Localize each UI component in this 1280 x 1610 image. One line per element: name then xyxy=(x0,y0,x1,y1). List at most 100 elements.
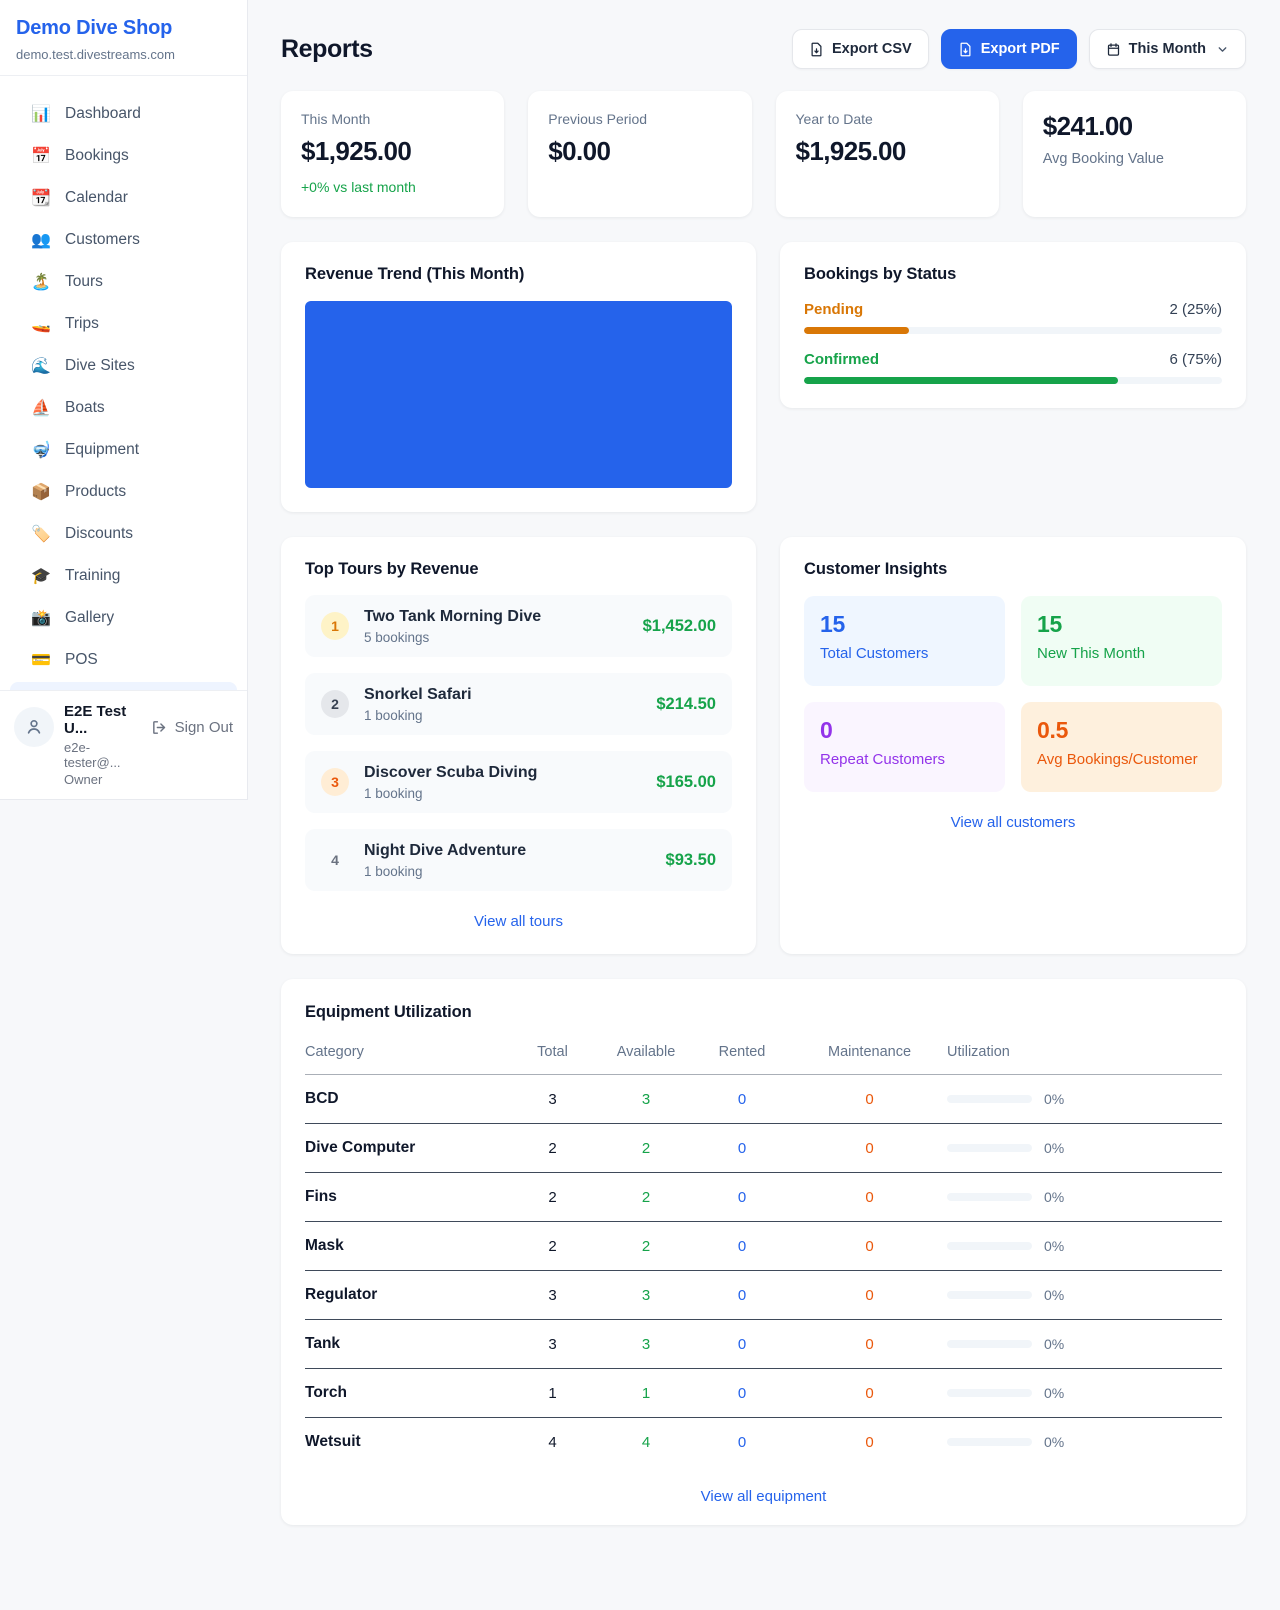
status-count: 2 (25%) xyxy=(1169,301,1222,318)
trips-icon: 🚤 xyxy=(30,314,52,334)
export-csv-button[interactable]: Export CSV xyxy=(792,29,929,69)
sidebar-item-discounts[interactable]: 🏷️ Discounts xyxy=(10,514,237,554)
category-cell: Fins xyxy=(305,1188,505,1206)
utilization-bar xyxy=(947,1291,1032,1299)
rented-cell: 0 xyxy=(692,1287,792,1304)
sign-out-button[interactable]: Sign Out xyxy=(151,719,233,736)
sidebar-header: Demo Dive Shop demo.test.divestreams.com xyxy=(0,0,247,76)
pos-icon: 💳 xyxy=(30,650,52,670)
equipment-icon: 🤿 xyxy=(30,440,52,460)
utilization-percent: 0% xyxy=(1044,1434,1064,1450)
view-all-customers-link[interactable]: View all customers xyxy=(804,814,1222,831)
rented-cell: 0 xyxy=(692,1434,792,1451)
tile-value: 15 xyxy=(820,611,989,638)
sidebar-item-training[interactable]: 🎓 Training xyxy=(10,556,237,596)
utilization-percent: 0% xyxy=(1044,1336,1064,1352)
available-cell: 3 xyxy=(600,1287,692,1304)
status-label: Confirmed xyxy=(804,351,879,368)
sidebar-item-reports-active-partial[interactable] xyxy=(10,682,237,690)
maintenance-cell: 0 xyxy=(792,1336,947,1353)
tile-label: Repeat Customers xyxy=(820,751,989,768)
utilization-bar xyxy=(947,1144,1032,1152)
tour-name: Two Tank Morning Dive xyxy=(364,608,541,626)
chevron-down-icon xyxy=(1216,43,1229,56)
tile-value: 0 xyxy=(820,717,989,744)
view-all-tours-link[interactable]: View all tours xyxy=(305,913,732,930)
utilization-cell: 0% xyxy=(947,1140,1222,1156)
revenue-trend-title: Revenue Trend (This Month) xyxy=(305,265,732,284)
calendar-icon: 📆 xyxy=(30,188,52,208)
user-info: E2E Test U... e2e-tester@... Owner xyxy=(64,703,141,787)
user-email: e2e-tester@... xyxy=(64,740,141,770)
maintenance-cell: 0 xyxy=(792,1140,947,1157)
tour-name: Discover Scuba Diving xyxy=(364,764,537,782)
stat-card-previous-period: Previous Period $0.00 xyxy=(528,91,751,217)
avatar xyxy=(14,707,54,747)
utilization-cell: 0% xyxy=(947,1434,1222,1450)
export-pdf-button[interactable]: Export PDF xyxy=(941,29,1077,69)
stat-label: Year to Date xyxy=(796,111,979,127)
sidebar-nav: 📊 Dashboard 📅 Bookings 📆 Calendar 👥 Cust… xyxy=(0,76,247,690)
dashboard-icon: 📊 xyxy=(30,104,52,124)
sidebar-item-bookings[interactable]: 📅 Bookings xyxy=(10,136,237,176)
file-icon xyxy=(958,42,973,57)
status-label: Pending xyxy=(804,301,863,318)
status-bar-fill xyxy=(804,327,909,334)
sidebar-item-equipment[interactable]: 🤿 Equipment xyxy=(10,430,237,470)
equipment-table-header: Category Total Available Rented Maintena… xyxy=(305,1032,1222,1075)
utilization-cell: 0% xyxy=(947,1091,1222,1107)
tile-value: 0.5 xyxy=(1037,717,1206,744)
calendar-icon xyxy=(1106,42,1121,57)
total-cell: 3 xyxy=(505,1287,600,1304)
stat-value: $1,925.00 xyxy=(301,136,484,167)
tour-name: Snorkel Safari xyxy=(364,686,472,704)
charts-row: Revenue Trend (This Month) Bookings by S… xyxy=(281,242,1246,512)
sidebar-item-label: Products xyxy=(65,483,126,501)
category-cell: Wetsuit xyxy=(305,1433,505,1451)
sign-out-icon xyxy=(151,719,168,736)
utilization-bar xyxy=(947,1242,1032,1250)
sidebar-item-label: Equipment xyxy=(65,441,139,459)
available-cell: 1 xyxy=(600,1385,692,1402)
sidebar-item-label: Calendar xyxy=(65,189,128,207)
sidebar-item-trips[interactable]: 🚤 Trips xyxy=(10,304,237,344)
sidebar-item-customers[interactable]: 👥 Customers xyxy=(10,220,237,260)
view-all-equipment-link[interactable]: View all equipment xyxy=(305,1488,1222,1505)
sidebar-item-gallery[interactable]: 📸 Gallery xyxy=(10,598,237,638)
revenue-trend-card: Revenue Trend (This Month) xyxy=(281,242,756,512)
sidebar-item-tours[interactable]: 🏝️ Tours xyxy=(10,262,237,302)
sidebar-item-label: Gallery xyxy=(65,609,114,627)
sidebar-item-label: Dashboard xyxy=(65,105,141,123)
tour-amount: $214.50 xyxy=(656,695,716,714)
sidebar-item-pos[interactable]: 💳 POS xyxy=(10,640,237,680)
sidebar-item-dive-sites[interactable]: 🌊 Dive Sites xyxy=(10,346,237,386)
column-header: Maintenance xyxy=(792,1044,947,1060)
category-cell: Regulator xyxy=(305,1286,505,1304)
dive-sites-icon: 🌊 xyxy=(30,356,52,376)
utilization-cell: 0% xyxy=(947,1238,1222,1254)
tour-amount: $1,452.00 xyxy=(643,617,716,636)
tour-list-item: 3 Discover Scuba Diving 1 booking $165.0… xyxy=(305,751,732,813)
sidebar-item-boats[interactable]: ⛵ Boats xyxy=(10,388,237,428)
file-icon xyxy=(809,42,824,57)
utilization-percent: 0% xyxy=(1044,1140,1064,1156)
utilization-percent: 0% xyxy=(1044,1189,1064,1205)
sidebar-item-products[interactable]: 📦 Products xyxy=(10,472,237,512)
category-cell: BCD xyxy=(305,1090,505,1108)
sidebar-item-label: Boats xyxy=(65,399,105,417)
table-row: Mask 2 2 0 0 0% xyxy=(305,1222,1222,1271)
sidebar-item-calendar[interactable]: 📆 Calendar xyxy=(10,178,237,218)
tile-label: Avg Bookings/Customer xyxy=(1037,751,1206,768)
rank-badge: 3 xyxy=(321,768,349,796)
sidebar-item-label: POS xyxy=(65,651,98,669)
rented-cell: 0 xyxy=(692,1336,792,1353)
column-header: Available xyxy=(600,1044,692,1060)
sidebar-item-label: Customers xyxy=(65,231,140,249)
category-cell: Tank xyxy=(305,1335,505,1353)
gallery-icon: 📸 xyxy=(30,608,52,628)
period-selector[interactable]: This Month xyxy=(1089,29,1246,69)
maintenance-cell: 0 xyxy=(792,1238,947,1255)
sidebar-item-label: Dive Sites xyxy=(65,357,135,375)
sidebar-item-dashboard[interactable]: 📊 Dashboard xyxy=(10,94,237,134)
user-section: E2E Test U... e2e-tester@... Owner Sign … xyxy=(0,690,247,799)
